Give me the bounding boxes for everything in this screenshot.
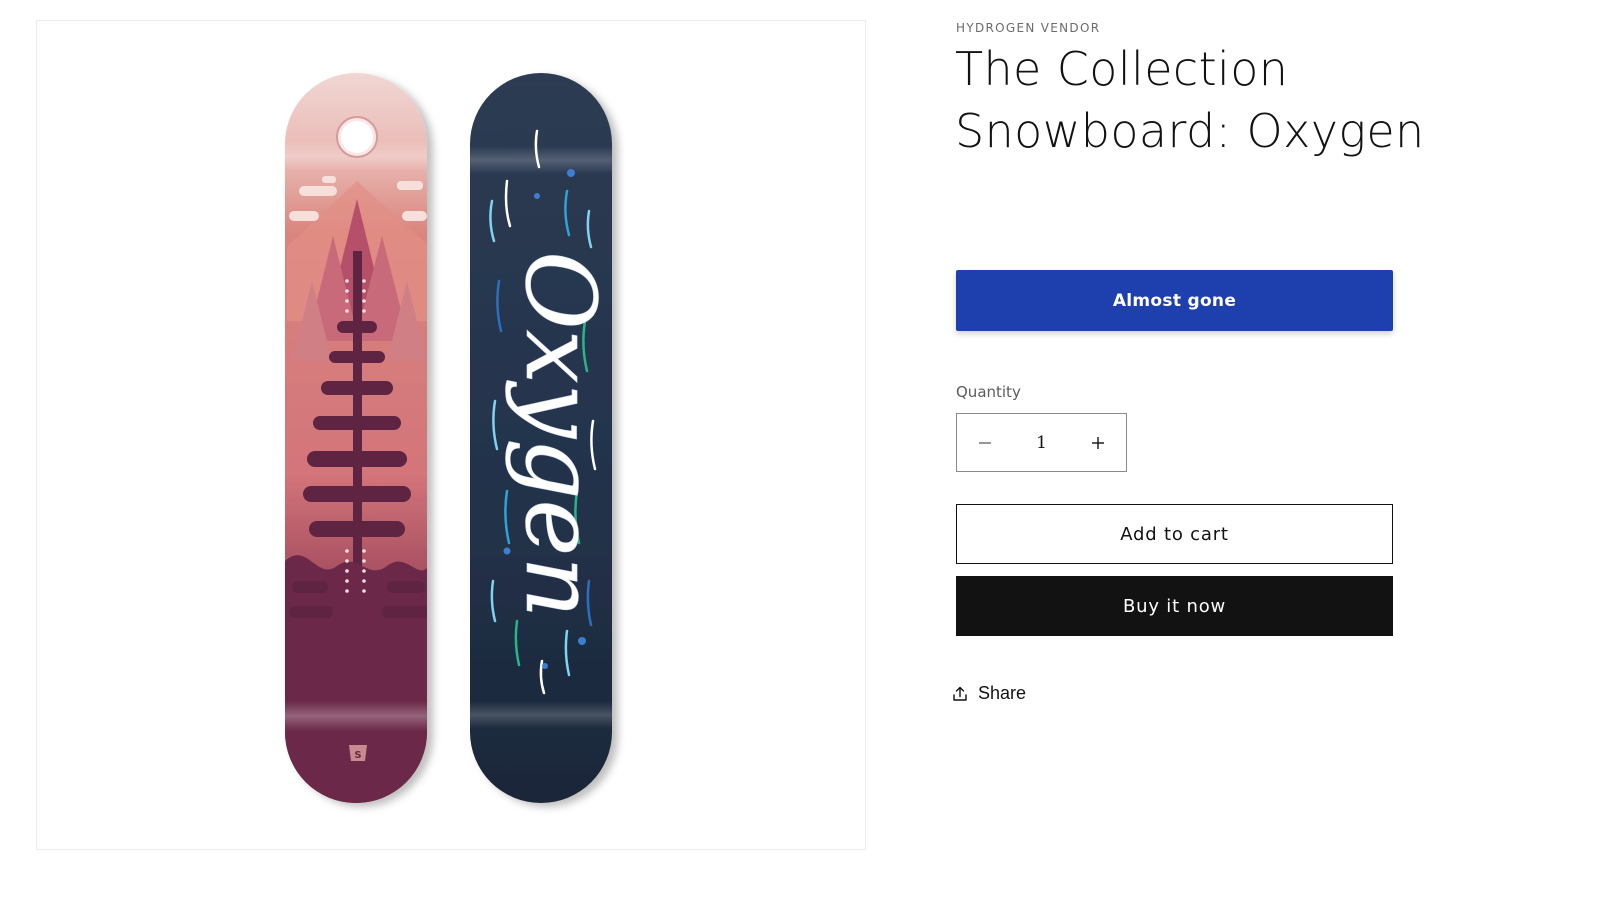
product-vendor: HYDROGEN VENDOR — [956, 21, 1101, 35]
quantity-stepper — [956, 413, 1127, 472]
add-to-cart-button[interactable]: Add to cart — [956, 504, 1393, 564]
quantity-label: Quantity — [956, 383, 1021, 401]
quantity-increase-button[interactable] — [1070, 414, 1126, 471]
share-label: Share — [978, 683, 1027, 703]
buy-now-button[interactable]: Buy it now — [956, 576, 1393, 636]
board-lettering: Oxygen — [504, 251, 616, 618]
product-title: The Collection Snowboard: Oxygen — [955, 42, 1425, 158]
plus-icon — [1092, 436, 1104, 449]
share-icon — [953, 686, 967, 701]
svg-text:S: S — [354, 750, 361, 761]
quantity-input[interactable] — [1013, 414, 1070, 471]
availability-button[interactable]: Almost gone — [956, 270, 1393, 331]
product-page: S Oxygen HYDROGEN VENDOR The Collection … — [0, 0, 1600, 900]
product-image: S Oxygen — [285, 73, 616, 803]
quantity-decrease-button[interactable] — [957, 414, 1013, 471]
product-media[interactable]: S Oxygen — [36, 20, 866, 850]
minus-icon — [979, 441, 991, 444]
share-button[interactable]: Share — [952, 683, 1026, 704]
